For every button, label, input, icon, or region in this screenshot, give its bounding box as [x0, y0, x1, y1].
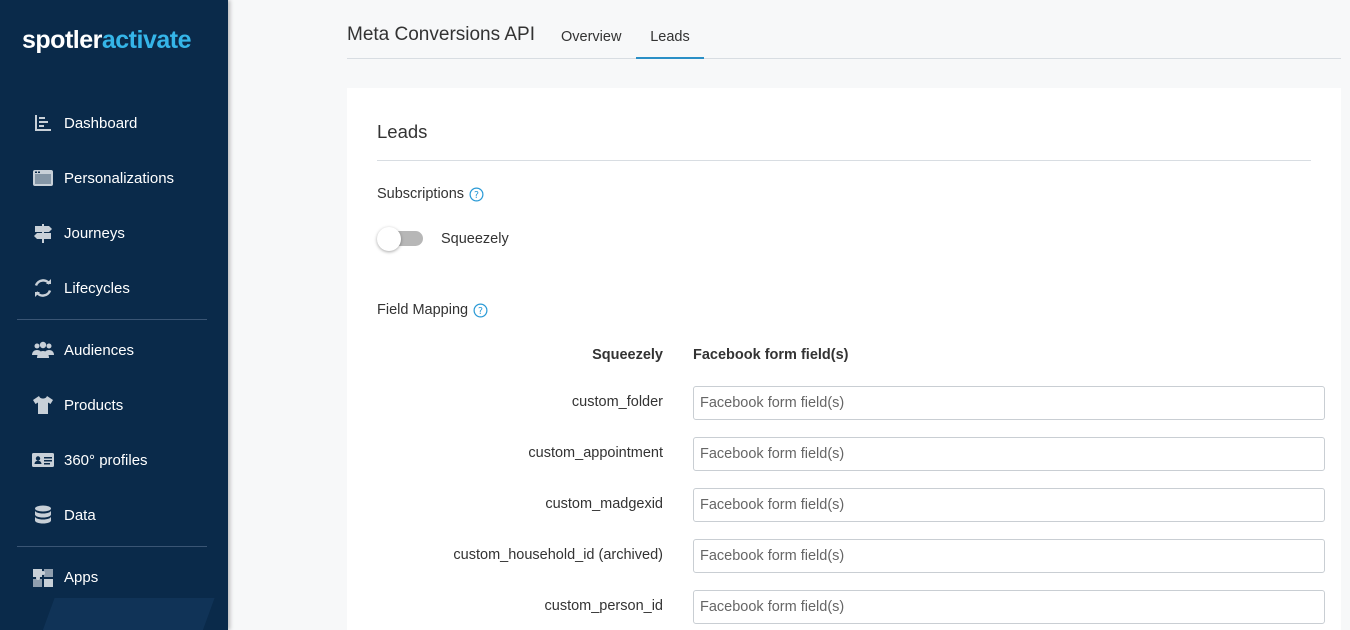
tshirt-icon: [32, 394, 54, 416]
nav-label: Apps: [64, 568, 99, 586]
facebook-field-input[interactable]: [693, 437, 1325, 471]
page-title: Meta Conversions API: [347, 24, 535, 45]
facebook-field-input[interactable]: [693, 488, 1325, 522]
nav-label: Dashboard: [64, 114, 138, 132]
signpost-icon: [32, 222, 54, 244]
nav-item-360-profiles[interactable]: 360° profiles: [32, 445, 148, 475]
sidebar: spotleractivate Dashboard Personalizatio…: [0, 0, 228, 630]
puzzle-icon: [32, 566, 54, 588]
nav-label: Data: [64, 506, 96, 524]
nav-item-apps[interactable]: Apps: [32, 562, 98, 592]
help-icon[interactable]: ?: [469, 187, 484, 202]
field-mapping-label: Field Mapping ?: [377, 302, 488, 318]
page-header: Meta Conversions API Overview Leads: [347, 0, 1341, 59]
nav-item-personalizations[interactable]: Personalizations: [32, 163, 174, 193]
subscriptions-label-text: Subscriptions: [377, 186, 465, 202]
squeezely-subscription-toggle[interactable]: [377, 227, 423, 251]
brand-logo-part1: spotler: [22, 26, 102, 54]
mapping-field-label: custom_madgexid: [545, 496, 663, 512]
mapping-field-label: custom_folder: [571, 394, 663, 410]
field-mapping-label-text: Field Mapping: [377, 302, 469, 318]
facebook-field-input[interactable]: [693, 590, 1325, 624]
refresh-icon: [32, 277, 54, 299]
help-icon[interactable]: ?: [473, 303, 488, 318]
mapping-field-label: custom_person_id: [544, 598, 664, 614]
nav-item-audiences[interactable]: Audiences: [32, 335, 134, 365]
nav-divider: [17, 319, 207, 320]
nav-item-data[interactable]: Data: [32, 500, 96, 530]
brand-logo[interactable]: spotleractivate: [22, 26, 191, 55]
card-title: Leads: [377, 121, 428, 142]
nav-item-dashboard[interactable]: Dashboard: [32, 108, 137, 138]
svg-text:?: ?: [474, 189, 479, 200]
nav-label: Personalizations: [64, 169, 175, 187]
nav-divider: [17, 546, 207, 547]
tab-overview[interactable]: Overview: [561, 29, 621, 59]
nav-label: Products: [64, 396, 124, 414]
id-card-icon: [32, 449, 54, 471]
leads-card: Leads Subscriptions ? Squeezely Field Ma…: [347, 88, 1341, 630]
toggle-knob: [377, 227, 401, 251]
column-header-facebook: Facebook form field(s): [693, 347, 849, 363]
nav-item-lifecycles[interactable]: Lifecycles: [32, 273, 130, 303]
nav-label: 360° profiles: [64, 451, 148, 469]
mapping-field-label: custom_appointment: [528, 445, 663, 461]
tab-leads[interactable]: Leads: [636, 29, 704, 59]
facebook-field-input[interactable]: [693, 386, 1325, 420]
dashboard-icon: [32, 112, 54, 134]
users-icon: [32, 339, 54, 361]
nav-label: Journeys: [64, 224, 125, 242]
column-header-squeezely: Squeezely: [592, 347, 663, 363]
mapping-field-label: custom_household_id (archived): [453, 547, 663, 563]
toggle-label: Squeezely: [441, 231, 509, 247]
browser-window-icon: [32, 167, 54, 189]
nav-item-products[interactable]: Products: [32, 390, 123, 420]
card-divider: [377, 160, 1311, 161]
nav-label: Lifecycles: [64, 279, 130, 297]
brand-logo-part2: activate: [101, 26, 192, 54]
svg-text:?: ?: [478, 305, 483, 316]
nav-item-journeys[interactable]: Journeys: [32, 218, 125, 248]
database-icon: [32, 504, 54, 526]
subscriptions-label: Subscriptions ?: [377, 186, 484, 202]
facebook-field-input[interactable]: [693, 539, 1325, 573]
nav-label: Audiences: [64, 341, 135, 359]
